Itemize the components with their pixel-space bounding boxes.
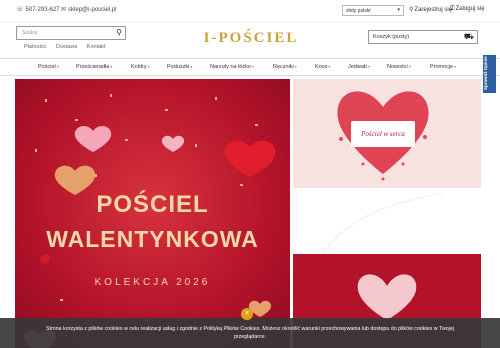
chevron-down-icon: ▾ bbox=[56, 64, 59, 69]
promo-panel-hearts[interactable]: Pościel w serca bbox=[293, 79, 481, 188]
link-delivery[interactable]: Dostawa bbox=[56, 44, 77, 50]
nav-item-promocje[interactable]: Promocje▾ bbox=[430, 64, 456, 70]
chevron-down-icon: ▾ bbox=[294, 64, 297, 69]
promo-label: Pościel w serca bbox=[351, 121, 415, 147]
nav-item-przescieradla[interactable]: Prześcieradła▾ bbox=[76, 64, 112, 70]
link-contact[interactable]: Kontakt bbox=[87, 44, 106, 50]
nav-item-jedwab[interactable]: Jedwab▾ bbox=[348, 64, 370, 70]
promo-panel-white[interactable] bbox=[293, 192, 481, 254]
email-contact[interactable]: ✉ sklep@i-posciel.pl bbox=[61, 6, 116, 13]
currency-value: złoty polski bbox=[346, 8, 371, 14]
decor-lines bbox=[322, 192, 444, 254]
cart-icon: ⛟ bbox=[463, 32, 474, 41]
user-icon: ⚲ bbox=[409, 7, 414, 13]
nav-item-poduszki[interactable]: Poduszki▾ bbox=[167, 64, 192, 70]
top-bar: ☏ 507-293-627 ✉ sklep@i-posciel.pl złoty p… bbox=[0, 0, 500, 22]
search-box[interactable]: Szukaj ⚲ bbox=[16, 26, 126, 40]
reviews-side-tab[interactable]: Sprawdź Opinie bbox=[483, 55, 496, 93]
nav-item-reczniki[interactable]: Ręczniki▾ bbox=[273, 64, 297, 70]
heart-decoration bbox=[224, 140, 276, 177]
register-label: Zarejestruj się bbox=[414, 7, 453, 13]
chevron-down-icon: ▾ bbox=[367, 64, 370, 69]
nav-item-nowosci[interactable]: Nowości▾ bbox=[387, 64, 411, 70]
phone-icon: ☏ bbox=[16, 7, 24, 13]
login-label: Zaloguj się bbox=[455, 6, 485, 12]
nav-item-narzuty[interactable]: Narzuty na łóżko▾ bbox=[210, 64, 254, 70]
search-icon[interactable]: ⚲ bbox=[116, 28, 122, 37]
chevron-down-icon: ▾ bbox=[190, 64, 193, 69]
chevron-down-icon: ▾ bbox=[251, 64, 254, 69]
lock-icon: ⚿ bbox=[450, 6, 455, 12]
cart-label: Koszyk (pusty) bbox=[373, 34, 410, 40]
search-input[interactable]: Szukaj bbox=[22, 30, 37, 36]
envelope-icon: ✉ bbox=[61, 7, 67, 13]
site-logo[interactable]: I-POŚCIEL bbox=[196, 30, 306, 47]
chevron-down-icon: ▾ bbox=[408, 64, 411, 69]
currency-select[interactable]: złoty polski ▾ bbox=[342, 5, 404, 16]
phone-contact[interactable]: ☏ 507-293-627 bbox=[16, 6, 60, 13]
nav-item-posciel[interactable]: Pościel▾ bbox=[38, 64, 59, 70]
link-payments[interactable]: Płatności bbox=[24, 44, 46, 50]
hero-title-line1: POŚCIEL bbox=[96, 191, 209, 218]
cart-button[interactable]: Koszyk (pusty) ⛟ bbox=[368, 30, 478, 44]
nav-item-koldry[interactable]: Koldry▾ bbox=[131, 64, 150, 70]
cookie-text-line2: przeglądarce. bbox=[233, 334, 267, 340]
nav-item-koce[interactable]: Koce▾ bbox=[315, 64, 331, 70]
chevron-down-icon: ▾ bbox=[397, 7, 400, 13]
close-icon[interactable]: × bbox=[241, 308, 253, 320]
chevron-down-icon: ▾ bbox=[454, 64, 457, 69]
heart-decoration bbox=[161, 135, 185, 152]
login-link[interactable]: ⚿Zaloguj się bbox=[450, 6, 485, 13]
email-address: sklep@i-posciel.pl bbox=[68, 7, 117, 13]
phone-number: 507-293-627 bbox=[25, 7, 60, 13]
chevron-down-icon: ▾ bbox=[328, 64, 331, 69]
chevron-down-icon: ▾ bbox=[147, 64, 150, 69]
cookie-banner: Strona korzysta z plików cookies w celu … bbox=[0, 318, 500, 348]
header-sublinks: Płatności Dostawa Kontakt bbox=[24, 44, 113, 50]
main-nav: Pościel▾ Prześcieradła▾ Koldry▾ Poduszki… bbox=[0, 58, 500, 76]
hero-title-line2: WALENTYNKOWA bbox=[46, 226, 259, 252]
heart-decoration bbox=[74, 125, 112, 152]
cookie-text-line1: Strona korzysta z plików cookies w celu … bbox=[46, 326, 454, 332]
register-link[interactable]: ⚲Zarejestruj się bbox=[409, 6, 452, 13]
chevron-down-icon: ▾ bbox=[110, 64, 113, 69]
hero-subtitle: KOLEKCJA 2026 bbox=[94, 277, 211, 288]
